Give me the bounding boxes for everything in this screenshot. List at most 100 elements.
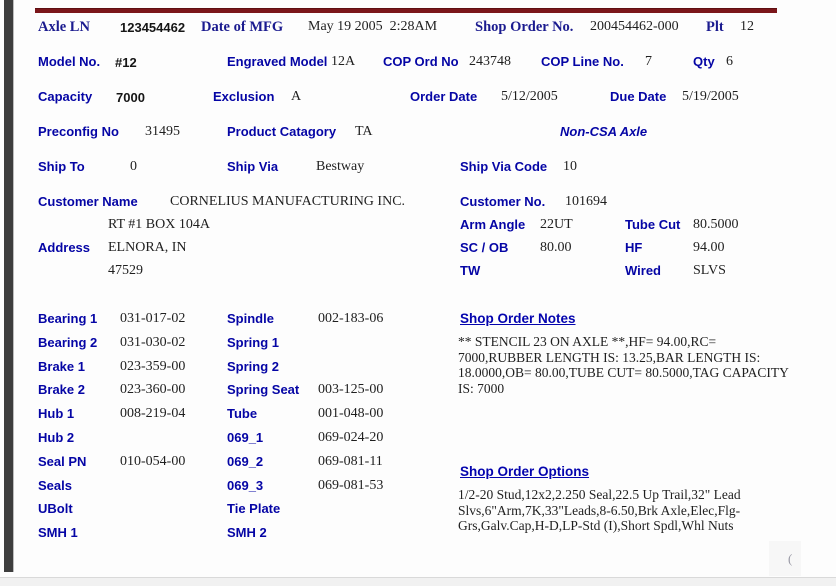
customer-no-label: Customer No.: [460, 194, 545, 209]
non-csa-axle-flag: Non-CSA Axle: [560, 124, 647, 139]
tube-cut-label: Tube Cut: [625, 217, 680, 232]
parts-table-row: Brake 2 023-360-00 Spring Seat 003-125-0…: [0, 382, 450, 406]
part-label: 069_1: [227, 430, 263, 445]
tw-label: TW: [460, 263, 480, 278]
model-no-value: #12: [115, 55, 137, 70]
cop-ord-no-label: COP Ord No: [383, 54, 459, 69]
tube-cut-value: 80.5000: [693, 217, 739, 233]
part-label: Brake 1: [38, 359, 85, 374]
part-label: Spring Seat: [227, 382, 299, 397]
preconfig-no-label: Preconfig No: [38, 124, 119, 139]
cop-line-no-value: 7: [645, 54, 652, 70]
sc-ob-label: SC / OB: [460, 240, 508, 255]
corner-glyph: (: [788, 551, 792, 567]
customer-name-label: Customer Name: [38, 194, 138, 209]
corner-artifact: [769, 541, 801, 576]
qty-label: Qty: [693, 54, 715, 69]
cop-line-no-label: COP Line No.: [541, 54, 624, 69]
part-number: 008-219-04: [120, 406, 185, 422]
shop-order-no-value: 200454462-000: [590, 19, 679, 35]
arm-angle-value: 22UT: [540, 217, 573, 233]
address-label: Address: [38, 240, 90, 255]
date-of-mfg-label: Date of MFG: [201, 19, 283, 36]
part-number: 001-048-00: [318, 406, 383, 422]
top-rule-divider: [35, 8, 777, 13]
customer-name-value: CORNELIUS MANUFACTURING INC.: [170, 194, 405, 210]
shop-order-no-label: Shop Order No.: [475, 19, 573, 36]
part-number: 023-360-00: [120, 382, 185, 398]
sc-ob-value: 80.00: [540, 240, 572, 256]
parts-table-row: Brake 1 023-359-00 Spring 2: [0, 359, 450, 383]
ship-via-code-value: 10: [563, 159, 577, 175]
part-label: Spring 1: [227, 335, 279, 350]
engraved-model-value: 12A: [331, 54, 355, 70]
shop-order-notes-link[interactable]: Shop Order Notes: [460, 311, 576, 326]
part-label: Hub 1: [38, 406, 74, 421]
model-no-label: Model No.: [38, 54, 100, 69]
capacity-value: 7000: [116, 90, 145, 105]
ship-to-label: Ship To: [38, 159, 85, 174]
report-page: Axle LN 123454462 Date of MFG May 19 200…: [0, 0, 836, 585]
exclusion-value: A: [291, 89, 301, 105]
parts-table: Bearing 1 031-017-02 Spindle 002-183-06 …: [0, 311, 450, 549]
product-catagory-value: TA: [355, 124, 373, 140]
wired-label: Wired: [625, 263, 661, 278]
part-number: 010-054-00: [120, 454, 185, 470]
part-label: Hub 2: [38, 430, 74, 445]
cop-ord-no-value: 243748: [469, 54, 511, 70]
part-label: Spring 2: [227, 359, 279, 374]
part-number: 069-081-53: [318, 478, 383, 494]
customer-no-value: 101694: [565, 194, 607, 210]
ship-via-label: Ship Via: [227, 159, 278, 174]
parts-table-row: Bearing 2 031-030-02 Spring 1: [0, 335, 450, 359]
capacity-label: Capacity: [38, 89, 92, 104]
part-label: 069_3: [227, 478, 263, 493]
engraved-model-label: Engraved Model: [227, 54, 327, 69]
part-number: 031-017-02: [120, 311, 185, 327]
shop-order-options-link[interactable]: Shop Order Options: [460, 464, 589, 479]
address-value: ELNORA, IN: [108, 240, 187, 256]
part-label: Bearing 2: [38, 335, 97, 350]
part-number: 069-024-20: [318, 430, 383, 446]
axle-ln-label: Axle LN: [38, 19, 90, 36]
part-label: Bearing 1: [38, 311, 97, 326]
address-zip: 47529: [108, 263, 143, 279]
product-catagory-label: Product Catagory: [227, 124, 336, 139]
preconfig-no-value: 31495: [145, 124, 180, 140]
due-date-label: Due Date: [610, 89, 666, 104]
order-date-value: 5/12/2005: [501, 89, 558, 105]
part-label: Tube: [227, 406, 257, 421]
shop-order-options-text: 1/2-20 Stud,12x2,2.250 Seal,22.5 Up Trai…: [458, 487, 796, 534]
plt-label: Plt: [706, 19, 724, 36]
plt-value: 12: [740, 19, 754, 35]
part-number: 003-125-00: [318, 382, 383, 398]
shop-order-notes-text: ** STENCIL 23 ON AXLE **,HF= 94.00,RC= 7…: [458, 334, 796, 396]
parts-table-row: Seals 069_3 069-081-53: [0, 478, 450, 502]
ship-via-code-label: Ship Via Code: [460, 159, 547, 174]
ship-via-value: Bestway: [316, 159, 364, 175]
part-number: 069-081-11: [318, 454, 383, 470]
part-label: SMH 1: [38, 525, 78, 540]
part-label: SMH 2: [227, 525, 267, 540]
part-label: Seals: [38, 478, 72, 493]
part-label: Spindle: [227, 311, 274, 326]
part-number: 023-359-00: [120, 359, 185, 375]
part-label: UBolt: [38, 501, 73, 516]
order-date-label: Order Date: [410, 89, 477, 104]
part-label: 069_2: [227, 454, 263, 469]
part-label: Brake 2: [38, 382, 85, 397]
exclusion-label: Exclusion: [213, 89, 274, 104]
part-label: Tie Plate: [227, 501, 280, 516]
part-label: Seal PN: [38, 454, 86, 469]
wired-value: SLVS: [693, 263, 726, 279]
date-of-mfg-value: May 19 2005 2:28AM: [308, 19, 437, 35]
hf-value: 94.00: [693, 240, 725, 256]
due-date-value: 5/19/2005: [682, 89, 739, 105]
hf-label: HF: [625, 240, 642, 255]
parts-table-row: Seal PN 010-054-00 069_2 069-081-11: [0, 454, 450, 478]
axle-ln-value: 123454462: [120, 20, 185, 35]
qty-value: 6: [726, 54, 733, 70]
ship-to-value: 0: [130, 159, 137, 175]
customer-address-line2: RT #1 BOX 104A: [108, 217, 210, 233]
parts-table-row: SMH 1 SMH 2: [0, 525, 450, 549]
